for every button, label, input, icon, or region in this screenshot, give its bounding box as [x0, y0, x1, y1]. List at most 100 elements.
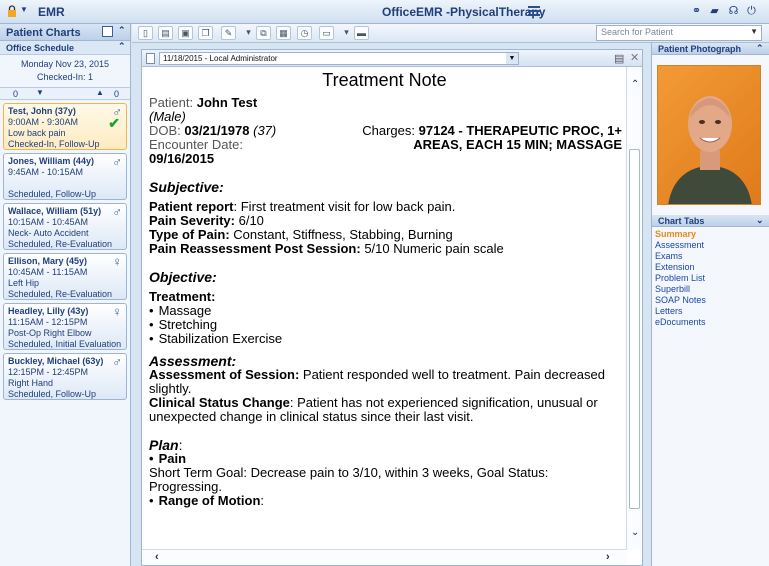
appointment-name: Wallace, William (51y)	[8, 206, 102, 216]
dob-value: 03/21/1978	[184, 123, 250, 138]
fax-icon[interactable]: ▬	[354, 26, 369, 40]
chart-tab-soap-notes[interactable]: SOAP Notes	[652, 295, 706, 306]
chart-tab-edocuments[interactable]: eDocuments	[652, 317, 706, 328]
appointment-item[interactable]: Headley, Lilly (43y) 11:15AM - 12:15PM P…	[3, 303, 127, 350]
appointment-item[interactable]: Ellison, Mary (45y) 10:45AM - 11:15AM Le…	[3, 253, 127, 300]
plan-item-rom: Range of Motion:	[149, 494, 620, 508]
copy-icon[interactable]: ⧉	[256, 26, 271, 40]
document-version-select[interactable]: 11/18/2015 - Local Administrator ▼	[159, 52, 519, 65]
assessment-session-line: Assessment of Session: Patient responded…	[149, 368, 620, 396]
save-icon[interactable]	[102, 26, 113, 37]
appointment-reason: Post-Op Right Elbow	[8, 328, 92, 338]
chart-tab-problem-list[interactable]: Problem List	[652, 273, 706, 284]
collapse-icon[interactable]: ⌃	[756, 43, 764, 54]
vertical-scrollbar[interactable]: ⌃ ⌄	[626, 67, 642, 550]
contact-dropdown-icon[interactable]: ▾	[339, 26, 354, 40]
appointment-reason: Right Hand	[8, 378, 54, 388]
counter-right: 0	[114, 89, 120, 99]
chart-tabs-header: Chart Tabs ⌄	[652, 215, 769, 227]
appointment-reason	[8, 178, 122, 189]
patient-portrait-image	[668, 96, 752, 204]
scroll-right-icon[interactable]: ›	[606, 551, 610, 563]
horizontal-scrollbar[interactable]: ‹ ›	[142, 549, 627, 565]
patient-details: DOB: 03/21/1978 (37) Encounter Date: 09/…	[149, 123, 622, 166]
treatment-note-content: Treatment Note Patient: John Test (Male)…	[142, 67, 627, 550]
treatment-item: Stabilization Exercise	[149, 332, 620, 346]
binoculars-icon[interactable]: ⚭	[690, 6, 703, 17]
chevron-down-icon[interactable]: ▼	[20, 5, 28, 14]
chart-tab-assessment[interactable]: Assessment	[652, 240, 706, 251]
office-schedule-title: Office Schedule	[6, 43, 75, 53]
close-icon[interactable]: ✕	[630, 51, 639, 64]
appointment-reason: Low back pain	[8, 128, 66, 138]
appointment-item[interactable]: Wallace, William (51y) 10:15AM - 10:45AM…	[3, 203, 127, 250]
pain-reassessment-text: 5/10 Numeric pain scale	[360, 241, 504, 256]
clinical-status-label: Clinical Status Change	[149, 395, 290, 410]
pain-reassessment-line: Pain Reassessment Post Session: 5/10 Num…	[149, 242, 620, 256]
contact-card-icon[interactable]: ▭	[319, 26, 334, 40]
edit-dropdown-icon[interactable]: ▾	[241, 26, 256, 40]
appointment-item[interactable]: Jones, William (44y) 9:45AM - 10:15AM Sc…	[3, 153, 127, 200]
scroll-left-icon[interactable]: ‹	[155, 551, 159, 563]
clinical-status-line: Clinical Status Change: Patient has not …	[149, 396, 620, 424]
collapse-icon[interactable]: ⌃	[118, 41, 126, 52]
search-dropdown-icon[interactable]: ▼	[750, 27, 758, 36]
treatment-list: Massage Stretching Stabilization Exercis…	[149, 304, 620, 346]
save-icon[interactable]: ▣	[178, 26, 193, 40]
collapse-icon[interactable]: ⌃	[118, 25, 126, 36]
plan-item-pain: Pain	[149, 452, 620, 466]
patient-photograph-title: Patient Photograph	[658, 44, 741, 54]
chart-tab-exams[interactable]: Exams	[652, 251, 706, 262]
chart-tab-letters[interactable]: Letters	[652, 306, 706, 317]
counter-left-arrow-icon[interactable]: ▼	[36, 88, 44, 97]
app-menu-label[interactable]: EMR	[38, 5, 65, 19]
edit-icon[interactable]: ✎	[221, 26, 236, 40]
chart-tab-superbill[interactable]: Superbill	[652, 284, 706, 295]
scroll-down-icon[interactable]: ⌄	[631, 527, 639, 538]
plan-heading: Plan:	[149, 438, 620, 452]
new-document-icon[interactable]: ▯	[138, 26, 153, 40]
scrollbar-thumb[interactable]	[629, 149, 640, 509]
patient-name: John Test	[196, 95, 258, 110]
schedule-date: Monday Nov 23, 2015	[20, 59, 110, 69]
treatment-item: Stretching	[149, 318, 620, 332]
counter-right-arrow-icon[interactable]: ▲	[96, 88, 104, 97]
charges-label: Charges:	[362, 123, 415, 138]
print-icon[interactable]: ▤	[614, 52, 624, 65]
patient-charts-title: Patient Charts	[6, 27, 81, 39]
power-icon[interactable]: ⏻	[745, 6, 758, 17]
chevron-down-icon[interactable]: ▼	[506, 53, 518, 64]
subjective-heading: Subjective:	[149, 179, 224, 195]
hamburger-menu-icon[interactable]	[528, 6, 540, 16]
title-bar: ▼ EMR OfficeEMR -PhysicalTherapy ⚭ ▰ ☊ ⏻	[0, 0, 769, 24]
collapse-icon[interactable]: ⌄	[756, 215, 764, 226]
calendar-icon[interactable]: ▦	[276, 26, 291, 40]
appointment-time: 9:00AM - 9:30AM	[8, 117, 79, 127]
chart-tab-extension[interactable]: Extension	[652, 262, 706, 273]
dob-line: DOB: 03/21/1978 (37)	[149, 124, 276, 138]
hat-icon[interactable]: ▰	[708, 6, 721, 17]
headset-icon[interactable]: ☊	[727, 6, 740, 17]
assessment-heading: Assessment:	[149, 353, 237, 369]
patient-charts-header: Patient Charts ⌃	[0, 24, 130, 41]
chart-tabs-list: Summary Assessment Exams Extension Probl…	[652, 229, 706, 328]
patient-line: Patient: John Test	[149, 96, 620, 110]
patient-charts-panel: Patient Charts ⌃ Office Schedule ⌃ Monda…	[0, 24, 131, 566]
checkmark-icon: ✔	[108, 115, 120, 131]
appointment-item[interactable]: Buckley, Michael (63y) 12:15PM - 12:45PM…	[3, 353, 127, 400]
save-all-icon[interactable]: ❐	[198, 26, 213, 40]
appointment-status: Scheduled, Follow-Up	[8, 389, 97, 399]
clock-icon[interactable]: ◷	[297, 26, 312, 40]
patient-search-input[interactable]: Search for Patient ▼	[596, 25, 762, 41]
appointment-time: 10:15AM - 10:45AM	[8, 217, 89, 227]
appointment-name: Test, John (37y)	[8, 106, 76, 116]
lock-icon[interactable]	[6, 5, 18, 17]
appointment-reason: Neck- Auto Accident	[8, 228, 89, 238]
appointment-item[interactable]: Test, John (37y) 9:00AM - 9:30AM Low bac…	[3, 103, 127, 150]
plan-list-rom: Range of Motion:	[149, 494, 620, 508]
scroll-up-icon[interactable]: ⌃	[631, 79, 639, 90]
chart-tab-summary[interactable]: Summary	[652, 229, 706, 240]
print-icon[interactable]: ▤	[158, 26, 173, 40]
schedule-date-block: Monday Nov 23, 2015 Checked-In: 1	[0, 55, 130, 87]
age-value: (37)	[253, 123, 277, 138]
